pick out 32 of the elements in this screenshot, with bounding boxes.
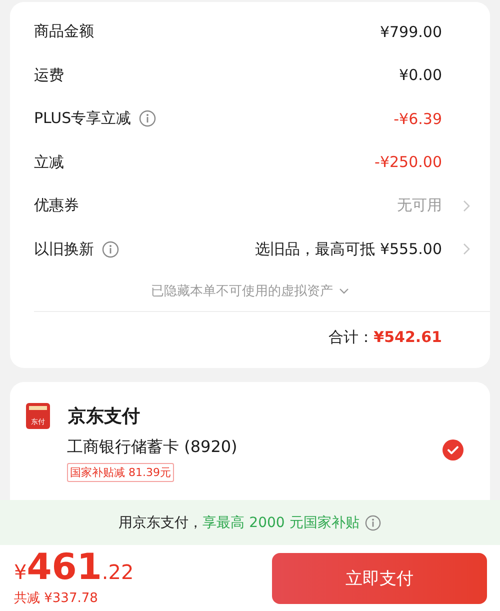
- total-amount: ¥542.61: [374, 328, 442, 346]
- check-icon[interactable]: [442, 439, 464, 461]
- price-integer: 461: [26, 550, 102, 586]
- price-decimal: .22: [102, 562, 134, 582]
- row-label: PLUS专享立减: [34, 109, 132, 128]
- savings-text: 共减 ¥337.78: [14, 590, 99, 606]
- hidden-assets-note[interactable]: 已隐藏本单不可使用的虚拟资产: [151, 282, 333, 300]
- banner-highlight: 享最高 2000 元国家补贴: [202, 514, 360, 532]
- total-label: 合计：: [328, 328, 374, 346]
- info-icon[interactable]: [365, 514, 382, 530]
- row-value: 选旧品，最高可抵 ¥555.00: [255, 240, 442, 259]
- row-value: ¥799.00: [380, 22, 442, 41]
- info-icon[interactable]: [139, 110, 156, 128]
- row-label: 运费: [34, 66, 64, 85]
- pay-now-button[interactable]: 立即支付: [272, 552, 487, 604]
- subsidy-tag: 国家补贴减 81.39元: [67, 463, 174, 482]
- caret-icon[interactable]: [339, 288, 349, 294]
- info-icon[interactable]: [102, 240, 119, 258]
- row-label: 优惠券: [34, 196, 79, 216]
- chevron-icon[interactable]: [462, 200, 470, 212]
- row-label: 以旧换新: [34, 240, 94, 259]
- row-value: -¥250.00: [374, 153, 442, 172]
- chevron-icon[interactable]: [462, 243, 470, 256]
- bank-card-name[interactable]: 工商银行储蓄卡 (8920): [67, 437, 238, 458]
- banner-text: 用京东支付，: [118, 514, 203, 532]
- row-value: -¥6.39: [394, 110, 442, 128]
- row-value: 无可用: [397, 196, 442, 216]
- row-label: 商品金额: [34, 22, 94, 42]
- currency-sign: ¥: [14, 562, 27, 582]
- payment-title: 京东支付: [68, 405, 140, 428]
- row-value: ¥0.00: [399, 66, 442, 84]
- row-label: 立减: [34, 152, 64, 172]
